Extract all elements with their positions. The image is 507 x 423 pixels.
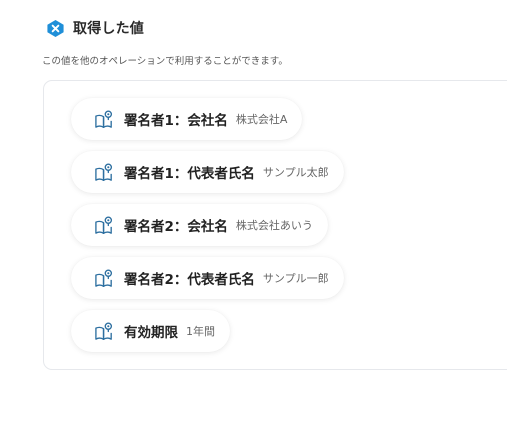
- book-search-icon: [95, 322, 113, 340]
- chip-value: 1年間: [186, 325, 215, 338]
- chip-value: サンプル太郎: [262, 166, 329, 179]
- value-chip-signer2-company[interactable]: 署名者2：会社名 株式会社あいう: [71, 204, 328, 246]
- chip-value: サンプル一郎: [262, 272, 329, 285]
- chip-label: 署名者1：代表者氏名: [124, 166, 255, 182]
- value-chip-signer1-company[interactable]: 署名者1：会社名 株式会社A: [71, 98, 303, 140]
- book-search-icon: [95, 216, 113, 234]
- chip-label: 署名者1：会社名: [124, 113, 228, 129]
- value-chip-signer1-representative[interactable]: 署名者1：代表者氏名 サンプル太郎: [71, 151, 344, 193]
- chip-label: 有効期限: [124, 325, 178, 341]
- book-search-icon: [95, 110, 113, 128]
- chip-value: 株式会社A: [235, 113, 288, 126]
- chip-value: 株式会社あいう: [235, 219, 313, 232]
- book-search-icon: [95, 269, 113, 287]
- chip-label: 署名者2：代表者氏名: [124, 272, 255, 288]
- x-badge-icon: [47, 19, 64, 37]
- chip-label: 署名者2：会社名: [124, 219, 228, 235]
- value-chip-signer2-representative[interactable]: 署名者2：代表者氏名 サンプル一郎: [71, 257, 344, 299]
- section-header: 取得した値: [46, 17, 144, 39]
- section-description: この値を他のオペレーションで利用することができます。: [42, 56, 288, 67]
- value-chip-expiration[interactable]: 有効期限 1年間: [71, 310, 230, 352]
- book-search-icon: [95, 163, 113, 181]
- section-title: 取得した値: [73, 21, 144, 37]
